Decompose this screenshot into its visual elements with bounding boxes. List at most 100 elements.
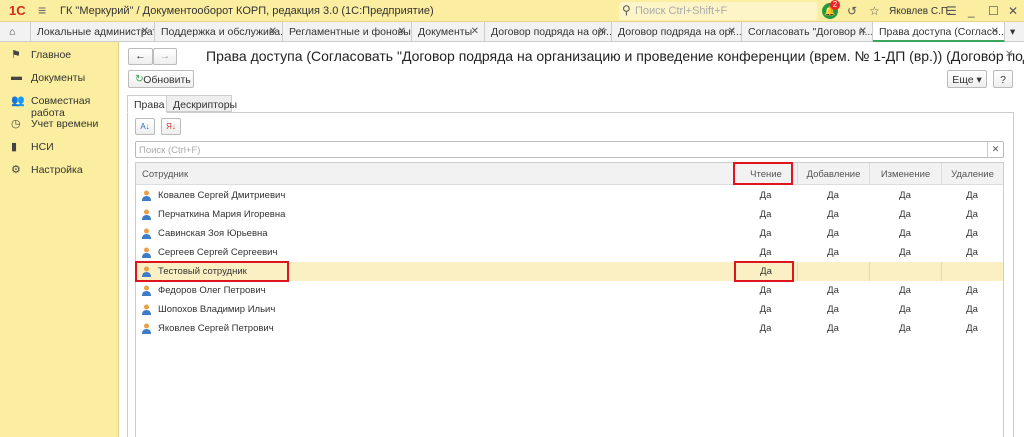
sidebar-item-collaboration[interactable]: 👥 Совместная работа [0,91,119,119]
user-icon [142,323,151,334]
right-value-d[interactable]: Да [941,281,1003,300]
sidebar-item-nsi[interactable]: ▮ НСИ [0,137,119,157]
right-value-e[interactable]: Да [869,319,941,338]
more-actions-icon[interactable]: ⋮ [988,49,999,62]
back-button[interactable]: ← [128,48,153,65]
right-value-d[interactable]: Да [941,300,1003,319]
minimize-icon[interactable]: _ [968,4,975,18]
tab-item[interactable]: Договор подряда на орг... ✕ [485,22,612,42]
help-button[interactable]: ? [993,70,1013,88]
close-icon[interactable]: ✕ [859,26,867,37]
home-tab[interactable]: ⌂ [0,22,31,42]
menu-icon[interactable]: ≡ [38,2,46,18]
sidebar-item-main[interactable]: ⚑ Главное [0,45,119,65]
tabs-overflow-button[interactable]: ▾ [1005,22,1024,42]
tab-label: Договор подряда на орг... [618,26,742,38]
right-value-a[interactable]: Да [797,319,869,338]
history-icon[interactable]: ↺ [847,4,857,18]
close-icon[interactable]: ✕ [471,26,479,37]
right-value-d[interactable]: Да [941,243,1003,262]
right-value-a[interactable] [797,262,869,281]
column-header-employee[interactable]: Сотрудник [136,163,734,185]
right-value-r[interactable]: Да [734,224,797,243]
right-value-e[interactable]: Да [869,281,941,300]
tab-item[interactable]: Согласовать "Договор п... ✕ [742,22,873,42]
right-value-r[interactable]: Да [734,243,797,262]
tab-descriptors[interactable]: Дескрипторы [166,95,237,112]
table-row[interactable]: Федоров Олег Петрович Да Да Да Да [136,281,1003,300]
settings-menu-icon[interactable]: ☰ [946,4,957,18]
global-search-input[interactable]: ⚲ Поиск Ctrl+Shift+F [619,2,817,20]
highlight-test-read [734,261,794,282]
page-title: Права доступа (Согласовать "Договор подр… [206,48,1024,64]
sort-descending-button[interactable]: Я↓ [161,118,181,135]
sort-ascending-button[interactable]: A↓ [135,118,155,135]
right-value-a[interactable]: Да [797,224,869,243]
column-header-add[interactable]: Добавление [797,163,869,185]
right-value-e[interactable]: Да [869,300,941,319]
right-value-e[interactable]: Да [869,186,941,205]
tab-item[interactable]: Поддержка и обслужива... ✕ [155,22,283,42]
right-value-r[interactable]: Да [734,319,797,338]
close-icon[interactable]: ✕ [269,26,277,37]
more-button[interactable]: Еще ▾ [947,70,987,88]
sidebar-item-documents[interactable]: ▬ Документы [0,68,119,88]
right-value-a[interactable]: Да [797,243,869,262]
right-value-d[interactable]: Да [941,186,1003,205]
close-icon[interactable]: ✕ [991,26,999,37]
right-value-e[interactable] [869,262,941,281]
table-row[interactable]: Ковалев Сергей Дмитриевич Да Да Да Да [136,186,1003,205]
open-tabs-bar: ⌂ Локальные администрат... ✕ Поддержка и … [0,22,1024,42]
tab-item[interactable]: Локальные администрат... ✕ [31,22,155,42]
forward-button[interactable]: → [153,48,177,65]
column-header-delete[interactable]: Удаление [941,163,1003,185]
right-value-a[interactable]: Да [797,281,869,300]
right-value-d[interactable] [941,262,1003,281]
tab-rights[interactable]: Права [127,95,167,113]
right-value-r[interactable]: Да [734,186,797,205]
current-user[interactable]: Яковлев С.П. [889,6,951,17]
right-value-r[interactable]: Да [734,300,797,319]
right-value-d[interactable]: Да [941,205,1003,224]
right-value-e[interactable]: Да [869,224,941,243]
favorites-star-icon[interactable]: ☆ [869,4,880,18]
gear-icon: ⚙ [11,164,21,176]
tab-item-active[interactable]: Права доступа (Согласо... ✕ [873,22,1005,42]
tab-item[interactable]: Договор подряда на орг... ✕ [612,22,742,42]
app-title: ГК "Меркурий" / Документооборот КОРП, ре… [60,5,434,17]
right-value-d[interactable]: Да [941,319,1003,338]
table-row[interactable]: Сергеев Сергей Сергеевич Да Да Да Да [136,243,1003,262]
table-row[interactable]: Шопохов Владимир Ильич Да Да Да Да [136,300,1003,319]
right-value-e[interactable]: Да [869,205,941,224]
user-icon [142,304,151,315]
sidebar-item-settings[interactable]: ⚙ Настройка [0,160,119,180]
close-icon[interactable]: ✕ [728,26,736,37]
books-icon: ▮ [11,141,18,153]
close-form-icon[interactable]: ✕ [1005,49,1013,60]
table-row[interactable]: Савинская Зоя Юрьевна Да Да Да Да [136,224,1003,243]
user-icon [142,247,151,258]
close-icon[interactable]: ✕ [598,26,606,37]
right-value-r[interactable]: Да [734,205,797,224]
refresh-button[interactable]: ↻ Обновить [128,70,194,88]
table-row[interactable]: Перчаткина Мария Игоревна Да Да Да Да [136,205,1003,224]
close-icon[interactable]: ✕ [141,26,149,37]
right-value-a[interactable]: Да [797,300,869,319]
table-search-input[interactable]: Поиск (Ctrl+F) ✕ [135,141,1004,158]
sidebar-item-time-tracking[interactable]: ◷ Учет времени [0,114,119,134]
right-value-e[interactable]: Да [869,243,941,262]
right-value-a[interactable]: Да [797,186,869,205]
arrow-right-icon: → [159,50,171,62]
table-row[interactable]: Яковлев Сергей Петрович Да Да Да Да [136,319,1003,338]
column-header-edit[interactable]: Изменение [869,163,941,185]
close-icon[interactable]: ✕ [398,26,406,37]
title-bar: 1С ≡ ГК "Меркурий" / Документооборот КОР… [0,0,1024,22]
right-value-d[interactable]: Да [941,224,1003,243]
clear-search-icon[interactable]: ✕ [987,142,1003,157]
tab-item[interactable]: Документы ✕ [412,22,485,42]
right-value-r[interactable]: Да [734,281,797,300]
right-value-a[interactable]: Да [797,205,869,224]
tab-item[interactable]: Регламентные и фоновы... ✕ [283,22,412,42]
close-window-icon[interactable]: ✕ [1008,4,1018,18]
maximize-icon[interactable]: ☐ [988,4,999,18]
